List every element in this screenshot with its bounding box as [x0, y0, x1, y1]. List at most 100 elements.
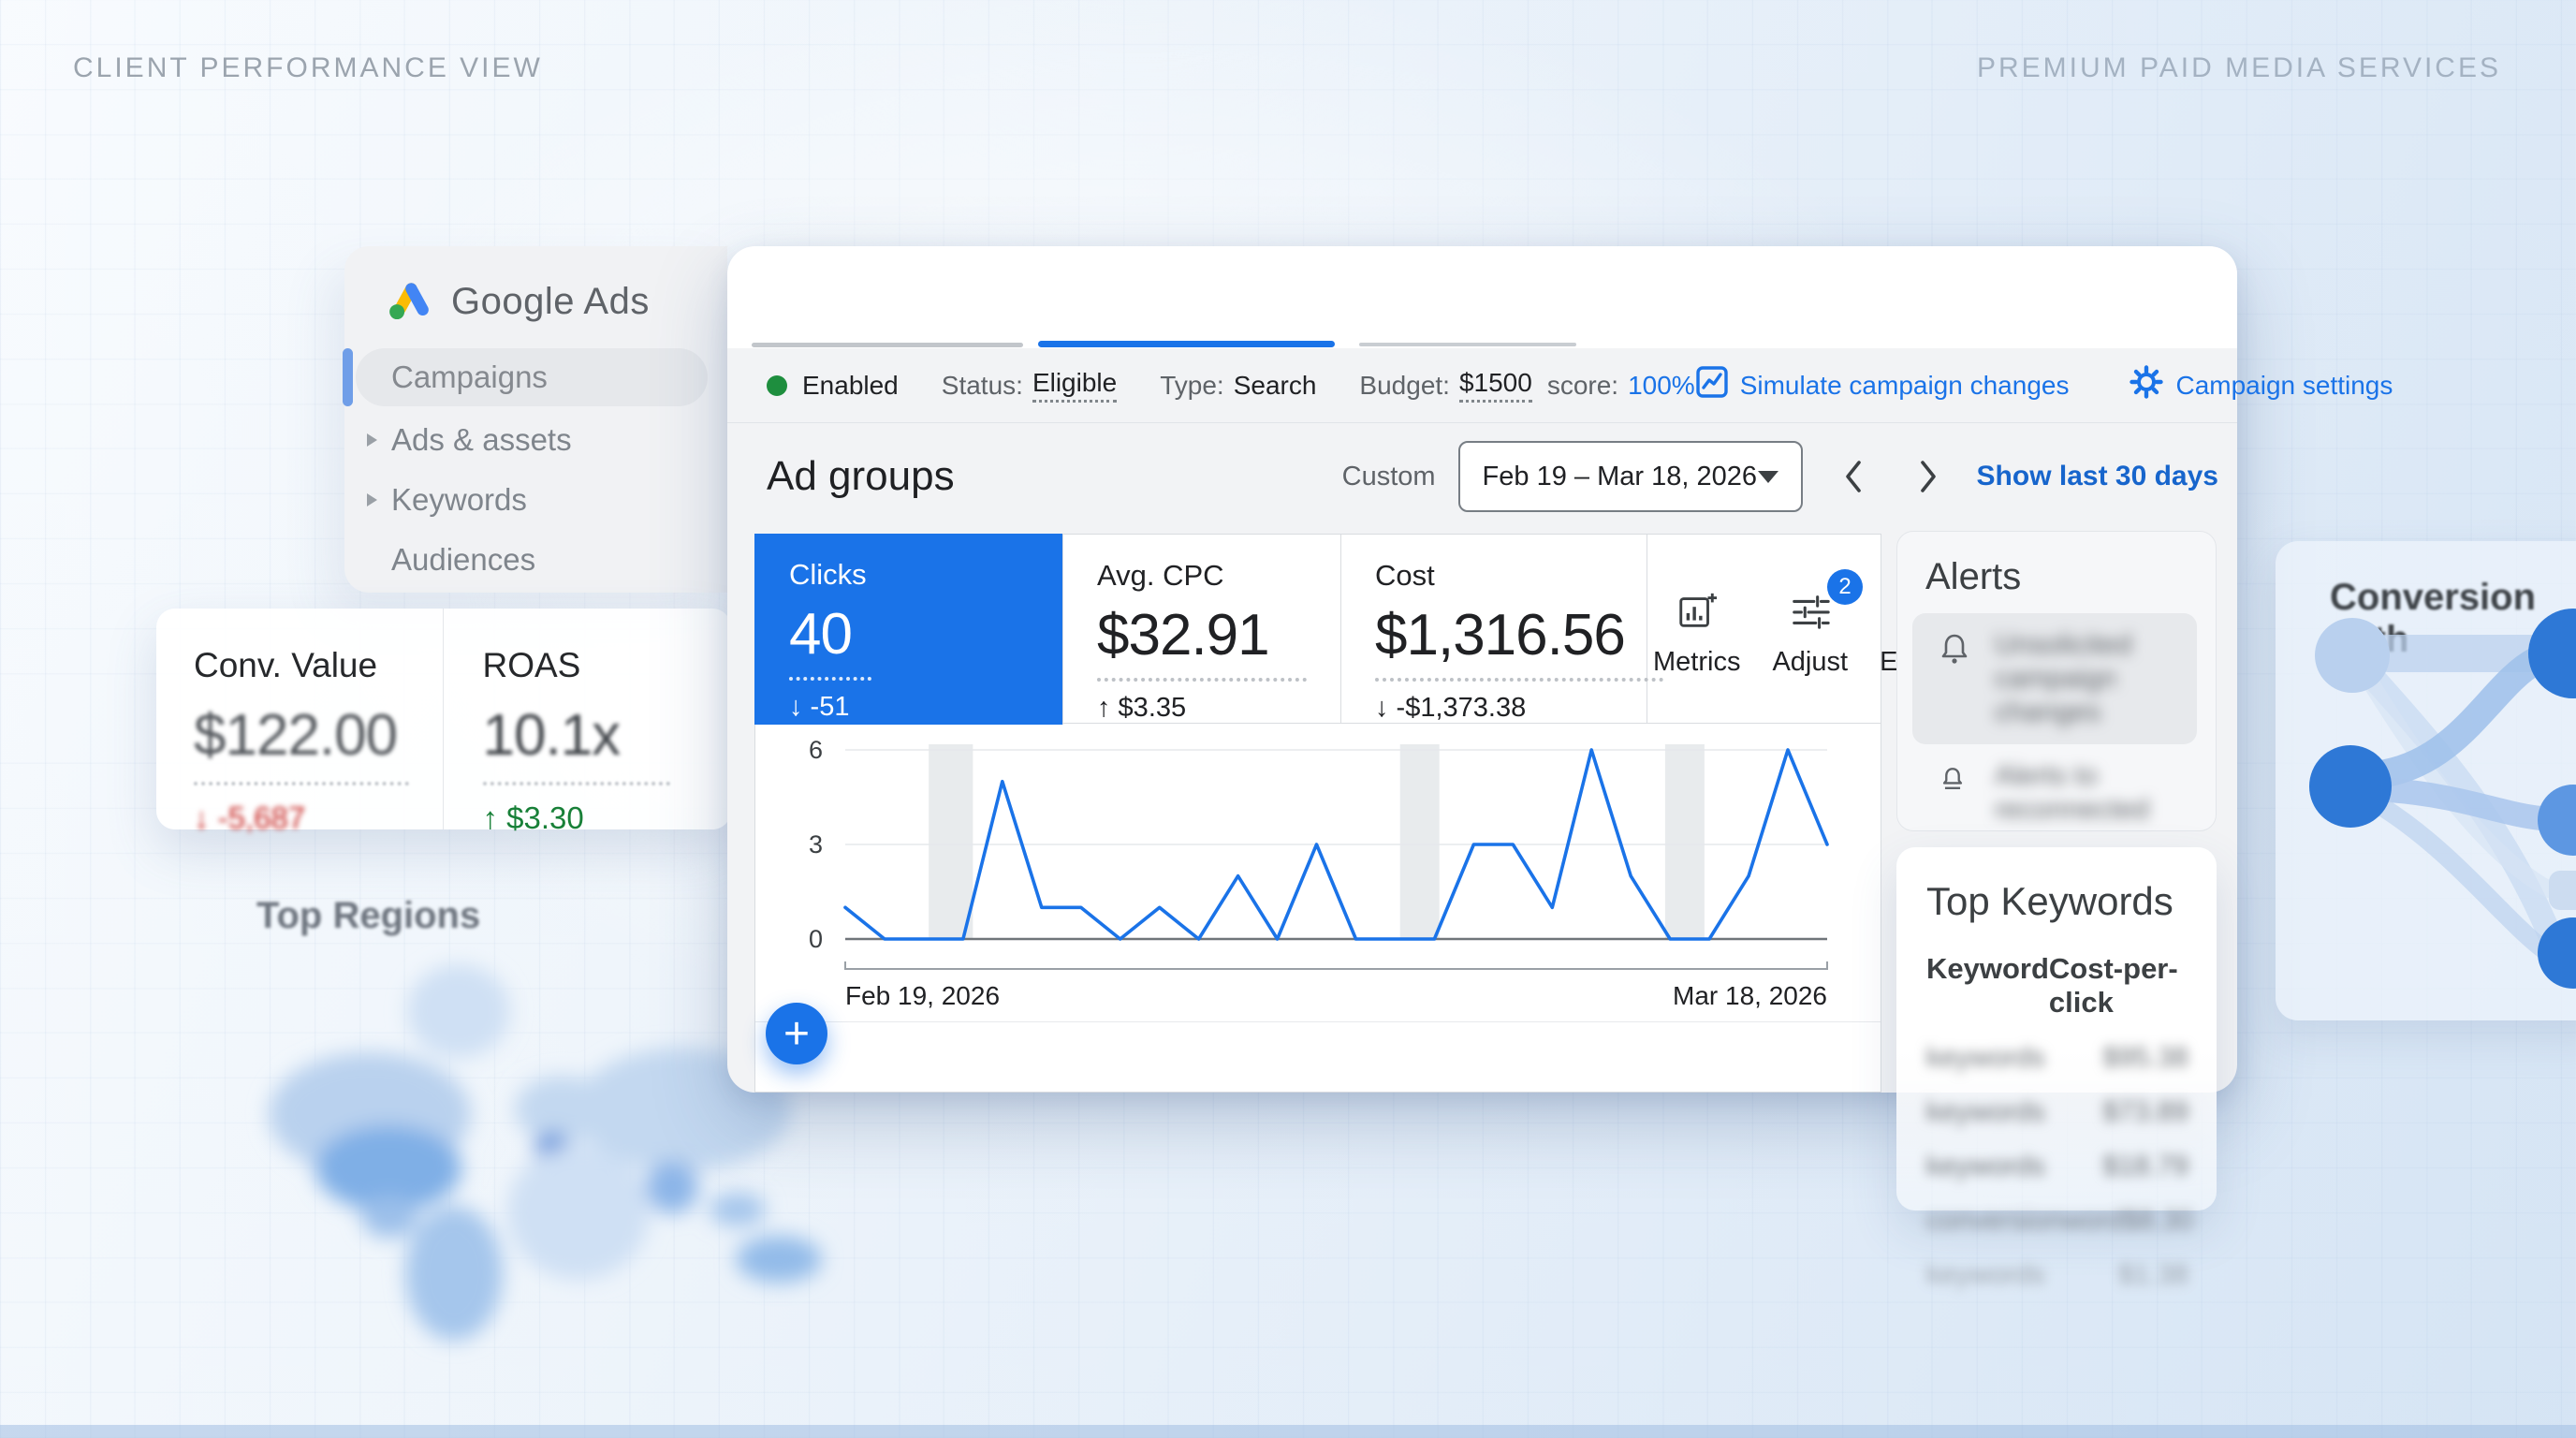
sidebar-item-ads-assets[interactable]: Ads & assets: [344, 410, 727, 470]
type-label: Type:: [1160, 371, 1223, 401]
alert-text: Unsolicited campaign changes: [1995, 628, 2186, 729]
cpc-cell: $18.79: [2102, 1151, 2188, 1182]
action-label: Adjust: [1772, 647, 1848, 678]
adjust-sliders-icon: [1789, 590, 1832, 638]
top-keywords-panel: Top Keywords Keyword Cost-per-click keyw…: [1896, 847, 2217, 1211]
prev-period-button[interactable]: [1829, 452, 1878, 501]
keyword-row[interactable]: conversionword $8.30: [1926, 1205, 2188, 1237]
adjust-button[interactable]: 2 Adjust: [1772, 590, 1848, 678]
sidebar-item-label: Campaigns: [391, 360, 548, 395]
alert-item[interactable]: Alerts to reconnected: [1925, 746, 2197, 840]
bottom-accent-strip: [0, 1425, 2576, 1438]
metric-card-clicks[interactable]: Clicks 40 ↓ -51: [754, 534, 1063, 725]
dotted-underline: [483, 782, 670, 785]
enabled-dot-icon: [767, 375, 787, 396]
conv-value-card: Conv. Value $122.00 ↓ -5,687: [156, 609, 443, 829]
budget-label: Budget:: [1359, 371, 1450, 401]
campaigns-accent-bar: [343, 348, 353, 406]
metric-label: Cost: [1375, 559, 1647, 593]
google-ads-logo: Google Ads: [344, 246, 727, 328]
status-value[interactable]: Eligible: [1032, 368, 1117, 403]
bell-icon: [1937, 628, 1974, 672]
sidebar-item-label: Ads & assets: [391, 422, 572, 458]
dotted-underline: [1375, 678, 1663, 682]
cpc-cell: $8.30: [2123, 1205, 2193, 1237]
keyword-row[interactable]: keywords $95.38: [1926, 1042, 2188, 1074]
sidebar-item-audiences[interactable]: Audiences: [344, 530, 727, 590]
action-label: Metrics: [1653, 647, 1740, 678]
tab-indicator-inactive-2[interactable]: [1359, 343, 1576, 346]
sidebar-item-campaigns[interactable]: Campaigns: [344, 348, 727, 406]
metrics-button[interactable]: Metrics: [1653, 590, 1740, 678]
roas-label: ROAS: [483, 646, 732, 685]
sidebar-item-keywords[interactable]: Keywords: [344, 470, 727, 530]
next-period-button[interactable]: [1904, 452, 1953, 501]
simulate-campaign-changes-button[interactable]: Simulate campaign changes: [1695, 365, 2070, 405]
conv-value-delta: ↓ -5,687: [194, 800, 443, 836]
alert-text: Alerts to reconnected: [1995, 759, 2186, 827]
campaign-settings-label: Campaign settings: [2175, 371, 2393, 401]
conversion-path-card: Conversion path: [2276, 541, 2576, 1020]
tab-strip: [727, 246, 2237, 348]
metric-value: 40: [789, 601, 1062, 668]
dotted-underline: [1097, 678, 1307, 682]
roas-amount: 10.1x: [483, 702, 732, 769]
logo-text: Google Ads: [451, 281, 650, 323]
score-label: score:: [1547, 371, 1618, 401]
conv-value-amount: $122.00: [194, 702, 443, 769]
keyword-cell: conversionword: [1926, 1205, 2123, 1237]
svg-text:Mar 18, 2026: Mar 18, 2026: [1673, 981, 1827, 1010]
metrics-chart-block: Clicks 40 ↓ -51 Avg. CPC $32.91 ↑ $3.35 …: [754, 534, 1881, 1093]
metric-value: $32.91: [1097, 602, 1340, 668]
keyword-column-header: Keyword: [1926, 952, 2049, 1020]
cpc-cell: $95.38: [2102, 1042, 2188, 1074]
budget-value[interactable]: $1500: [1459, 368, 1532, 403]
keyword-row[interactable]: keywords $73.89: [1926, 1096, 2188, 1128]
keyword-row[interactable]: keywords $18.79: [1926, 1151, 2188, 1182]
conv-value-label: Conv. Value: [194, 646, 443, 685]
dotted-underline: [194, 782, 409, 785]
enabled-status: Enabled: [767, 371, 899, 401]
alert-item[interactable]: Unsolicited campaign changes: [1912, 613, 2197, 744]
cpc-cell: $1.38: [2118, 1259, 2188, 1291]
adgroups-header: Ad groups Custom Feb 19 – Mar 18, 2026 S…: [727, 423, 2237, 530]
conversion-path-diagram: [2276, 541, 2576, 1020]
sidebar-item-label: Audiences: [391, 542, 535, 578]
dotted-underline: [789, 677, 871, 681]
custom-label: Custom: [1342, 462, 1436, 492]
adjust-badge: 2: [1827, 569, 1863, 605]
svg-text:0: 0: [809, 925, 823, 953]
metric-value: $1,316.56: [1375, 602, 1647, 668]
tab-indicator-inactive-1[interactable]: [752, 343, 1023, 347]
roas-delta: ↑ $3.30: [483, 800, 732, 836]
chevron-right-icon: [367, 433, 377, 447]
add-fab-button[interactable]: +: [766, 1003, 827, 1064]
date-range-dropdown[interactable]: Feb 19 – Mar 18, 2026: [1458, 441, 1803, 512]
tab-indicator-active[interactable]: [1038, 341, 1335, 347]
top-keywords-title: Top Keywords: [1926, 879, 2188, 924]
sidebar: Google Ads Campaigns Ads & assets Keywor…: [344, 246, 727, 593]
metrics-icon: [1676, 590, 1719, 638]
metric-card-avg-cpc[interactable]: Avg. CPC $32.91 ↑ $3.35: [1063, 535, 1341, 724]
type-value: Search: [1234, 371, 1317, 401]
sidebar-item-label: Keywords: [391, 482, 527, 518]
google-ads-logo-icon: [380, 276, 434, 328]
metric-delta: ↓ -$1,373.38: [1375, 693, 1647, 724]
alerts-panel: Alerts Unsolicited campaign changes Aler…: [1896, 531, 2217, 831]
type-field: Type: Search: [1160, 371, 1316, 401]
show-last-30-days-link[interactable]: Show last 30 days: [1977, 461, 2218, 492]
simulate-chart-icon: [1695, 365, 1729, 405]
header-right-label: PREMIUM PAID MEDIA SERVICES: [1977, 52, 2501, 84]
cpc-column-header: Cost-per-click: [2049, 952, 2188, 1020]
metric-card-cost[interactable]: Cost $1,316.56 ↓ -$1,373.38: [1341, 535, 1647, 724]
svg-text:Feb 19, 2026: Feb 19, 2026: [845, 981, 1000, 1010]
campaign-settings-button[interactable]: Campaign settings: [2129, 364, 2393, 406]
metric-label: Avg. CPC: [1097, 559, 1340, 593]
enabled-label: Enabled: [802, 371, 899, 401]
keyword-cell: keywords: [1926, 1096, 2045, 1128]
keyword-row[interactable]: keywords $1.38: [1926, 1259, 2188, 1291]
alerts-title: Alerts: [1925, 556, 2197, 598]
keyword-cell: keywords: [1926, 1151, 2045, 1182]
keyword-cell: keywords: [1926, 1042, 2045, 1074]
bell-underline-icon: [1937, 759, 1974, 801]
